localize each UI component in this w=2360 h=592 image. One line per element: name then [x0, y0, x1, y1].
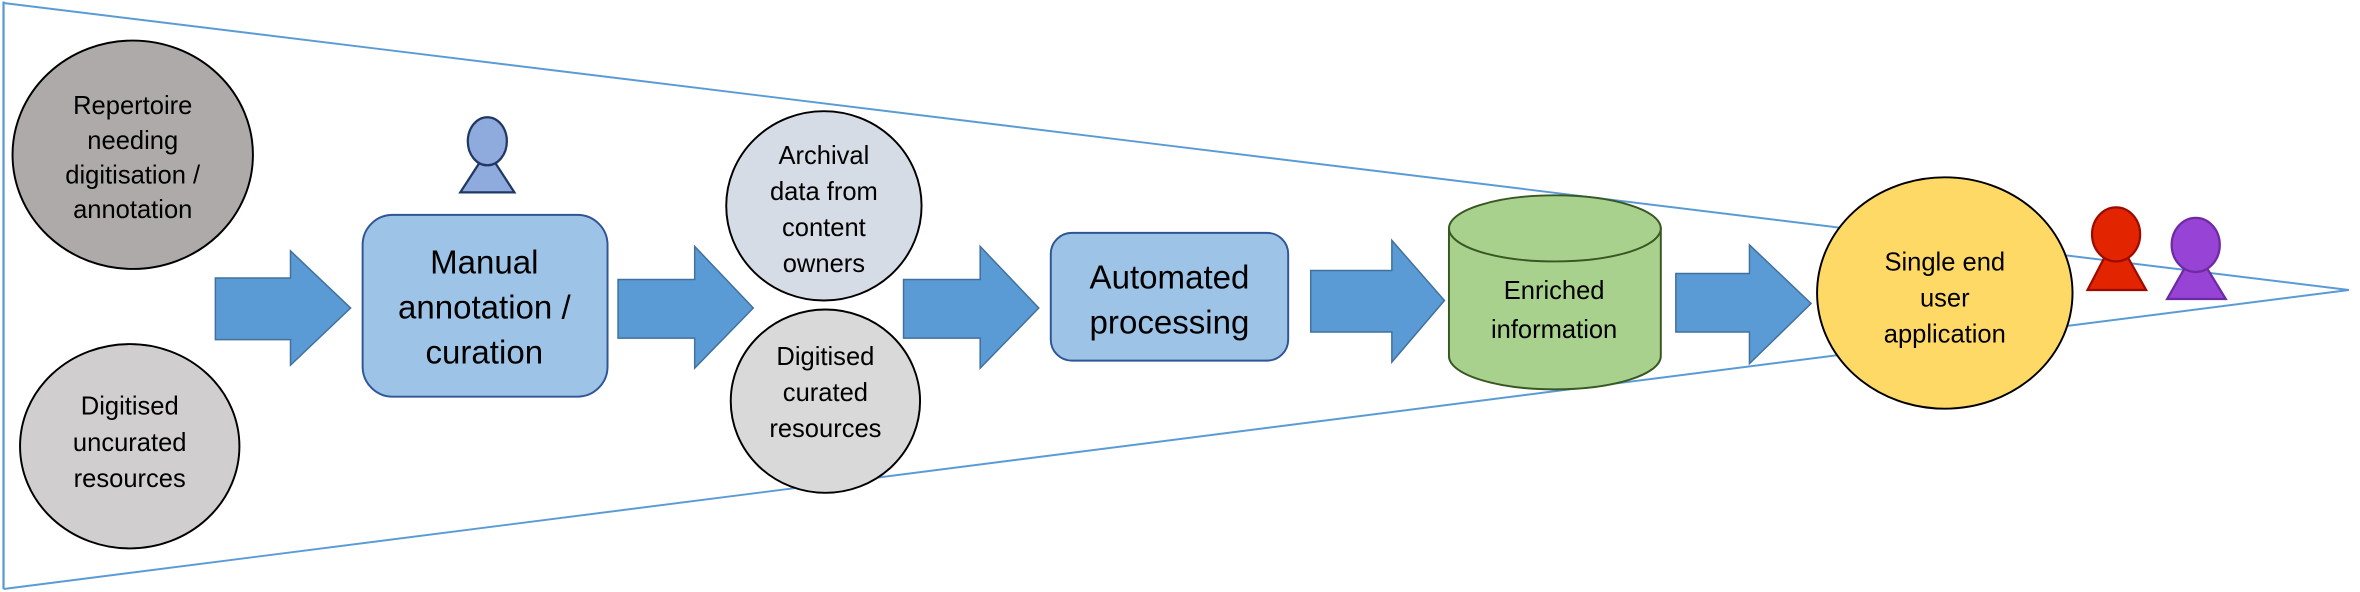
automated-line: Automated — [1090, 259, 1250, 296]
repertoire-line: annotation — [73, 196, 192, 224]
repertoire-line: needing — [87, 127, 178, 155]
enriched-line: Enriched — [1504, 277, 1605, 305]
archival-node: Archival data from content owners — [725, 110, 923, 302]
arrow-right-icon — [1309, 238, 1446, 365]
curator-person-icon — [458, 116, 517, 194]
automated-processing-box: Automated processing — [1049, 231, 1290, 362]
pipeline-diagram: Repertoire needing digitisation / annota… — [2, 1, 2350, 590]
user-person-icon — [2085, 206, 2149, 292]
curated-line: curated — [783, 379, 868, 407]
arrow-right-icon — [617, 244, 755, 370]
arrow-right-icon — [1675, 243, 1813, 366]
application-line: Single end — [1884, 248, 2005, 276]
manual-line: Manual — [430, 244, 538, 281]
manual-curation-box: Manual annotation / curation — [361, 213, 609, 398]
uncurated-node: Digitised uncurated resources — [19, 343, 241, 550]
automated-line: processing — [1090, 305, 1250, 342]
enriched-line: information — [1491, 316, 1617, 344]
enriched-information-database: Enriched information — [1447, 194, 1662, 391]
application-line: user — [1920, 285, 1970, 313]
application-line: application — [1884, 321, 2006, 349]
manual-line: curation — [426, 335, 544, 372]
manual-line: annotation / — [398, 290, 572, 327]
arrow-right-icon — [214, 249, 352, 367]
archival-line: data from — [770, 178, 878, 206]
archival-line: Archival — [778, 142, 869, 170]
repertoire-line: digitisation / — [65, 161, 201, 189]
uncurated-line: resources — [74, 465, 186, 493]
user-person-icon — [2165, 216, 2228, 301]
uncurated-line: Digitised — [81, 393, 179, 421]
application-node: Single end user application — [1816, 176, 2074, 410]
repertoire-node: Repertoire needing digitisation / annota… — [11, 39, 254, 270]
uncurated-line: uncurated — [73, 429, 187, 457]
archival-line: owners — [783, 250, 865, 278]
curated-node: Digitised curated resources — [729, 308, 922, 494]
repertoire-line: Repertoire — [73, 92, 192, 120]
archival-line: content — [782, 214, 866, 242]
arrow-right-icon — [902, 244, 1040, 370]
curated-line: Digitised — [776, 343, 874, 371]
curated-line: resources — [769, 415, 881, 443]
